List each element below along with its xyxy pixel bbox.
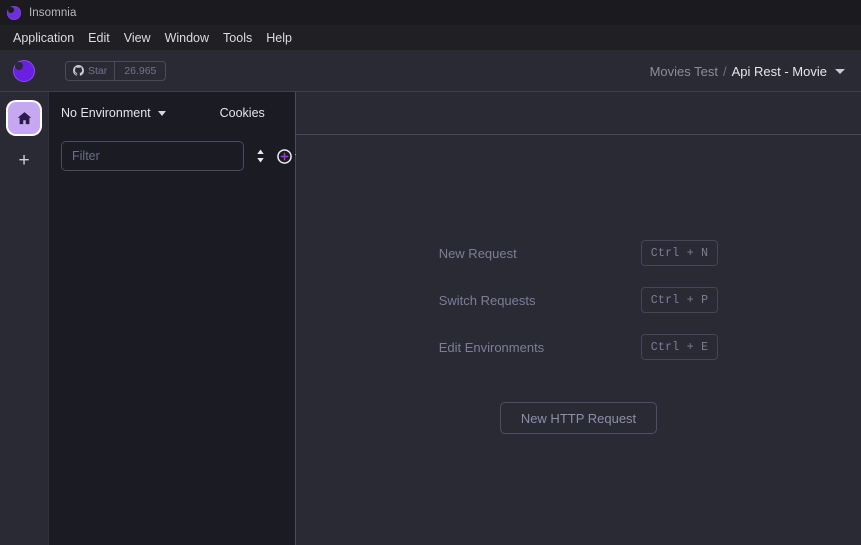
sidebar: No Environment Cookies bbox=[48, 92, 303, 545]
menu-item-view[interactable]: View bbox=[117, 28, 158, 48]
shortcut-label: Switch Requests bbox=[438, 292, 536, 308]
shortcut-row-edit-environments: Edit Environments Ctrl + E bbox=[439, 334, 719, 360]
menu-item-edit[interactable]: Edit bbox=[81, 28, 117, 48]
menu-item-tools[interactable]: Tools bbox=[216, 28, 259, 48]
app-toolbar: Star 26.965 Movies Test / Api Rest - Mov… bbox=[0, 50, 861, 92]
environment-selector[interactable]: No Environment bbox=[61, 106, 166, 120]
breadcrumb-separator: / bbox=[723, 63, 727, 79]
shortcut-row-new-request: New Request Ctrl + N bbox=[439, 240, 719, 266]
github-star-button[interactable]: Star 26.965 bbox=[65, 60, 167, 81]
toolbar-left-group: Star 26.965 bbox=[0, 59, 167, 82]
chevron-down-icon[interactable] bbox=[835, 68, 845, 74]
window-titlebar: Insomnia bbox=[0, 0, 861, 25]
sort-updown-icon bbox=[257, 149, 264, 163]
shortcut-label: New Request bbox=[438, 245, 517, 261]
empty-state: New Request Ctrl + N Switch Requests Ctr… bbox=[296, 135, 861, 545]
shortcut-keys: Ctrl + P bbox=[640, 287, 719, 313]
app-body: + No Environment Cookies Filter New Requ… bbox=[0, 92, 861, 545]
plus-circle-icon bbox=[277, 148, 292, 164]
github-star-count: 26.965 bbox=[124, 64, 157, 77]
github-star-left[interactable]: Star bbox=[66, 61, 116, 80]
breadcrumb[interactable]: Movies Test / Api Rest - Movie bbox=[650, 50, 845, 92]
home-button[interactable] bbox=[8, 102, 40, 134]
left-rail: + bbox=[0, 92, 48, 545]
filter-input[interactable] bbox=[61, 141, 244, 171]
chevron-down-icon bbox=[157, 110, 166, 116]
menubar: Application Edit View Window Tools Help bbox=[0, 25, 861, 50]
github-icon bbox=[73, 65, 84, 76]
brand-logo-cell bbox=[0, 59, 48, 82]
sidebar-header: No Environment Cookies bbox=[49, 92, 295, 134]
breadcrumb-workspace[interactable]: Movies Test bbox=[650, 64, 718, 79]
menu-item-help[interactable]: Help bbox=[259, 28, 299, 48]
insomnia-window: Insomnia Application Edit View Window To… bbox=[0, 0, 861, 545]
add-workspace-button[interactable]: + bbox=[10, 148, 38, 172]
environment-label: No Environment bbox=[61, 106, 151, 120]
insomnia-brand-icon bbox=[13, 59, 35, 82]
insomnia-logo-icon bbox=[7, 5, 21, 20]
sidebar-filter-row bbox=[49, 134, 303, 178]
sort-button[interactable] bbox=[254, 148, 267, 164]
shortcut-keys: Ctrl + N bbox=[640, 240, 719, 266]
github-star-label: Star bbox=[88, 64, 108, 77]
shortcut-label: Edit Environments bbox=[438, 339, 545, 355]
main-pane: New Request Ctrl + N Switch Requests Ctr… bbox=[296, 92, 861, 545]
main-topbar bbox=[296, 92, 861, 135]
shortcut-keys: Ctrl + E bbox=[640, 334, 719, 360]
shortcut-row-switch-requests: Switch Requests Ctrl + P bbox=[439, 287, 719, 313]
menu-item-window[interactable]: Window bbox=[158, 28, 216, 48]
window-title: Insomnia bbox=[29, 6, 77, 19]
cookies-button[interactable]: Cookies bbox=[220, 106, 265, 120]
new-http-request-button[interactable]: New HTTP Request bbox=[499, 402, 658, 434]
shortcut-list: New Request Ctrl + N Switch Requests Ctr… bbox=[439, 240, 719, 360]
breadcrumb-active-item[interactable]: Api Rest - Movie bbox=[732, 64, 827, 79]
home-icon bbox=[17, 111, 31, 124]
request-list bbox=[49, 178, 295, 545]
menu-item-application[interactable]: Application bbox=[6, 28, 81, 48]
